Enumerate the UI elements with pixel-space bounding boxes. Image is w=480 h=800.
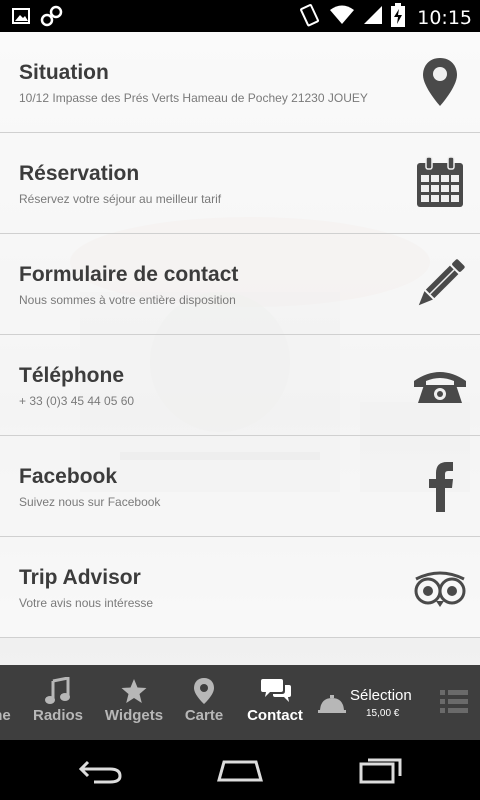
tripadvisor-icon — [414, 571, 466, 607]
chat-bubbles-icon — [261, 679, 291, 702]
signal-icon — [363, 4, 383, 31]
row-title: Situation — [19, 61, 109, 84]
row-title: Téléphone — [19, 364, 125, 387]
nav-item-partial[interactable]: ne — [0, 665, 14, 740]
back-icon[interactable] — [78, 758, 124, 784]
status-time: 10:15 — [417, 6, 472, 29]
contact-form-row[interactable]: Formulaire de contact Nous sommes à votr… — [0, 234, 480, 335]
contact-content: Situation 10/12 Impasse des Prés Verts H… — [0, 32, 480, 665]
row-subtitle: 10/12 Impasse des Prés Verts Hameau de P… — [19, 91, 368, 105]
nav-item-carte[interactable]: Carte — [180, 665, 228, 740]
facebook-icon — [429, 462, 453, 512]
row-title: Facebook — [19, 465, 118, 488]
selection-title: Sélection — [350, 687, 412, 704]
row-subtitle: + 33 (0)3 45 44 05 60 — [19, 394, 135, 408]
row-title: Trip Advisor — [19, 566, 141, 589]
nav-item-label: ne — [0, 707, 11, 724]
battery-charging-icon — [391, 3, 406, 32]
calendar-icon — [417, 156, 463, 207]
telephone-row[interactable]: Téléphone + 33 (0)3 45 44 05 60 — [0, 335, 480, 436]
row-title: Réservation — [19, 162, 140, 185]
system-nav-bar — [0, 740, 480, 800]
cloche-icon — [318, 695, 346, 713]
row-subtitle: Suivez nous sur Facebook — [19, 495, 161, 509]
map-pin-icon — [194, 678, 214, 704]
row-subtitle: Nous sommes à votre entière disposition — [19, 293, 236, 307]
list-icon — [440, 690, 468, 713]
tripadvisor-row[interactable]: Trip Advisor Votre avis nous intéresse — [0, 537, 480, 638]
nav-item-label: Carte — [184, 707, 224, 724]
contact-list: Situation 10/12 Impasse des Prés Verts H… — [0, 32, 480, 638]
facebook-row[interactable]: Facebook Suivez nous sur Facebook — [0, 436, 480, 537]
recents-icon[interactable] — [358, 756, 404, 784]
reservation-row[interactable]: Réservation Réservez votre séjour au mei… — [0, 133, 480, 234]
phone-icon — [414, 372, 466, 403]
nav-item-label: Widgets — [104, 707, 164, 724]
home-icon[interactable] — [216, 758, 264, 784]
pencil-icon — [418, 259, 465, 306]
bottom-nav-bar: ne Radios Widgets Carte Contact — [0, 665, 480, 740]
menu-button[interactable] — [436, 665, 472, 740]
row-title: Formulaire de contact — [19, 263, 239, 286]
music-note-icon — [45, 677, 70, 704]
row-subtitle: Votre avis nous intéresse — [19, 596, 154, 610]
nav-item-label: Contact — [247, 707, 303, 724]
wifi-icon — [329, 4, 355, 31]
nav-item-contact[interactable]: Contact — [244, 665, 306, 740]
nav-item-label: Radios — [32, 707, 83, 724]
rotate-icon — [299, 3, 321, 32]
star-icon — [121, 679, 147, 703]
status-bar: 10:15 — [0, 0, 480, 32]
selection-price: 15,00 € — [366, 708, 400, 719]
link-icon — [40, 5, 64, 32]
row-subtitle: Réservez votre séjour au meilleur tarif — [19, 192, 222, 206]
nav-item-radios[interactable]: Radios — [28, 665, 88, 740]
map-pin-icon — [423, 58, 457, 106]
nav-item-widgets[interactable]: Widgets — [102, 665, 166, 740]
image-icon — [12, 7, 30, 30]
situation-row[interactable]: Situation 10/12 Impasse des Prés Verts H… — [0, 32, 480, 133]
